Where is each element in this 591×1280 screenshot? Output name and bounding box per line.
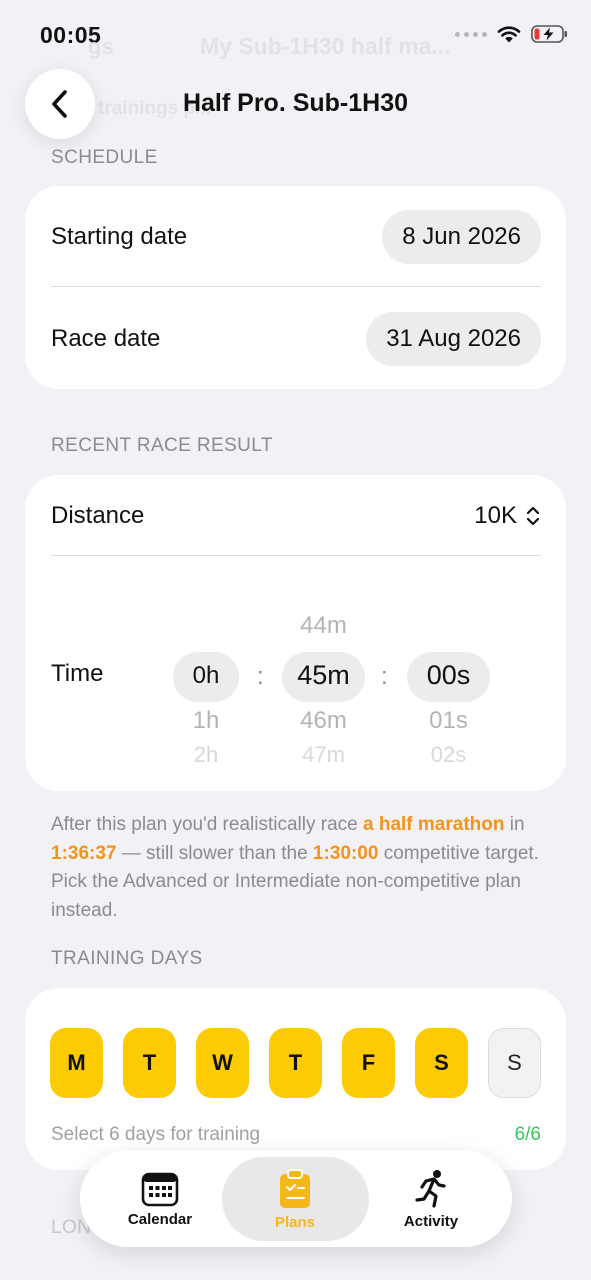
ghost-back-text: gs	[88, 34, 114, 59]
tab-calendar[interactable]: Calendar	[105, 1151, 215, 1247]
status-icons	[455, 24, 569, 44]
minutes-wheel[interactable]: 44m 45m 46m 47m	[282, 572, 365, 767]
tab-label: Calendar	[127, 1210, 193, 1228]
calendar-icon	[141, 1172, 179, 1206]
divider	[51, 555, 541, 556]
tab-label: Plans	[274, 1213, 316, 1231]
page-title: Half Pro. Sub-1H30	[182, 89, 409, 117]
starting-date-picker[interactable]: 8 Jun 2026	[382, 210, 541, 264]
seconds-selected: 00s	[426, 660, 471, 690]
time-separator: :	[257, 663, 264, 690]
ghost-title: My Sub-1H30 half ma...	[200, 33, 451, 59]
seconds-next: 01s	[429, 707, 468, 734]
hours-selected: 0h	[192, 662, 220, 689]
starting-date-row: Starting date 8 Jun 2026	[51, 210, 541, 264]
note-highlight-target-time: 1:30:00	[312, 842, 379, 864]
recent-race-card: Distance 10K Time : : 0h 1h 2h 44m 45m 4…	[25, 475, 566, 791]
note-text: After this plan you'd realistically race	[51, 814, 363, 835]
battery-charging-icon	[531, 25, 567, 43]
race-date-row: Race date 31 Aug 2026	[51, 312, 541, 366]
seconds-next2: 02s	[430, 742, 467, 767]
note-highlight-distance: a half marathon	[363, 814, 505, 835]
distance-label: Distance	[51, 502, 145, 529]
day-toggle-thursday[interactable]: T	[269, 1028, 322, 1098]
runner-icon	[415, 1169, 446, 1208]
hours-wheel[interactable]: 0h 1h 2h	[173, 572, 239, 767]
plan-warning-note: After this plan you'd realistically race…	[51, 811, 541, 925]
day-toggle-tuesday[interactable]: T	[123, 1028, 176, 1098]
tab-bar: Calendar Plans Activity	[80, 1151, 512, 1247]
tab-plans[interactable]: Plans	[240, 1151, 350, 1247]
day-toggle-monday[interactable]: M	[50, 1028, 103, 1098]
clipboard-icon	[280, 1168, 310, 1208]
hours-next: 1h	[192, 707, 220, 734]
race-date-label: Race date	[51, 325, 161, 352]
tab-activity[interactable]: Activity	[376, 1151, 486, 1247]
time-label: Time	[51, 660, 104, 687]
day-toggle-saturday[interactable]: S	[415, 1028, 468, 1098]
training-days-card: M T W T F S S Select 6 days for training…	[25, 988, 566, 1170]
training-days-count: 6/6	[514, 1124, 541, 1145]
schedule-card: Starting date 8 Jun 2026 Race date 31 Au…	[25, 186, 566, 389]
minutes-prev: 44m	[300, 612, 347, 639]
distance-row: Distance 10K	[51, 489, 541, 543]
training-days-section-label: TRAINING DAYS	[51, 948, 203, 969]
signal-dots-icon	[455, 31, 487, 37]
distance-value: 10K	[474, 502, 517, 529]
minutes-next: 46m	[300, 707, 347, 734]
note-text: in	[504, 814, 525, 835]
race-date-picker[interactable]: 31 Aug 2026	[366, 312, 541, 366]
seconds-wheel[interactable]: 00s 01s 02s	[407, 572, 490, 767]
day-toggle-friday[interactable]: F	[342, 1028, 395, 1098]
note-text: — still slower than the	[116, 842, 313, 864]
day-toggle-wednesday[interactable]: W	[196, 1028, 249, 1098]
hours-next2: 2h	[193, 742, 219, 767]
distance-select[interactable]: 10K	[474, 502, 541, 530]
starting-date-label: Starting date	[51, 223, 188, 250]
training-days-hint: Select 6 days for training	[51, 1124, 261, 1145]
tab-label: Activity	[403, 1212, 459, 1230]
chevron-up-down-icon	[526, 506, 540, 526]
divider	[51, 286, 541, 287]
minutes-next2: 47m	[302, 742, 345, 767]
day-selector: M T W T F S S	[50, 1028, 541, 1098]
schedule-section-label: SCHEDULE	[51, 147, 158, 168]
minutes-selected: 45m	[297, 660, 350, 690]
day-toggle-sunday[interactable]: S	[488, 1028, 541, 1098]
time-separator: :	[381, 663, 388, 690]
wifi-icon	[497, 26, 521, 43]
note-highlight-predicted-time: 1:36:37	[51, 842, 117, 864]
recent-race-section-label: RECENT RACE RESULT	[51, 435, 273, 456]
